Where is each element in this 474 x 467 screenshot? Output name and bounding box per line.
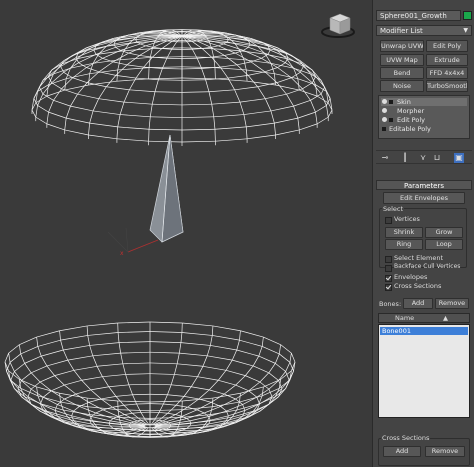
expand-icon[interactable] <box>389 118 393 122</box>
stack-toolbar: ⊸ ┃ ⋎ ⊔ ▣ <box>376 150 472 164</box>
name-column-header: Name <box>395 314 415 322</box>
add-cross-section-button[interactable]: Add <box>383 446 421 457</box>
modifier-list-dropdown[interactable]: Modifier List ▼ <box>376 25 472 36</box>
bulb-icon[interactable] <box>382 108 387 113</box>
bones-list-header[interactable]: Name ▲ <box>378 313 470 323</box>
ring-button[interactable]: Ring <box>385 239 423 250</box>
grow-button[interactable]: Grow <box>425 227 463 238</box>
viewport[interactable]: x <box>0 0 372 467</box>
parameters-rollout-header[interactable]: Parameters <box>376 180 472 190</box>
select-element-label: Select Element <box>394 254 444 262</box>
modifier-list-label: Modifier List <box>380 27 423 35</box>
envelopes-checkbox[interactable] <box>385 275 392 282</box>
bones-label: Bones: <box>379 300 402 308</box>
shrink-button[interactable]: Shrink <box>385 227 423 238</box>
pin-stack-icon[interactable]: ⊸ <box>380 153 390 163</box>
object-color-swatch[interactable] <box>463 11 472 20</box>
extrude-button[interactable]: Extrude <box>426 54 468 66</box>
cross-sections-checkbox[interactable] <box>385 284 392 291</box>
stack-item-label: Skin <box>397 98 411 106</box>
viewport-scene[interactable]: x <box>0 0 372 467</box>
envelopes-label: Envelopes <box>394 273 428 281</box>
remove-bone-button[interactable]: Remove <box>435 298 469 309</box>
select-element-checkbox[interactable] <box>385 256 392 263</box>
noise-button[interactable]: Noise <box>380 80 424 92</box>
cross-sections-label: Cross Sections <box>394 282 442 290</box>
expand-icon[interactable] <box>382 127 386 131</box>
vertices-label: Vertices <box>394 215 420 223</box>
sort-up-icon[interactable]: ▲ <box>443 314 448 322</box>
loop-button[interactable]: Loop <box>425 239 463 250</box>
bulb-icon[interactable] <box>382 99 387 104</box>
select-group-label: Select <box>382 205 405 213</box>
expand-icon[interactable] <box>389 100 393 104</box>
configure-sets-icon[interactable]: ▣ <box>454 153 464 163</box>
mushroom-cap-mesh <box>31 29 333 146</box>
object-name-field[interactable]: Sphere001_Growth <box>376 10 461 21</box>
backface-cull-label: Backface Cull Vertices <box>394 263 461 270</box>
add-bone-button[interactable]: Add <box>403 298 433 309</box>
chevron-down-icon: ▼ <box>463 27 468 34</box>
bone-list-item[interactable]: Bone001 <box>380 327 468 335</box>
bend-button[interactable]: Bend <box>380 67 424 79</box>
unwrap-uvw-button[interactable]: Unwrap UVW <box>380 40 424 52</box>
edit-poly-button[interactable]: Edit Poly <box>426 40 468 52</box>
modifier-stack[interactable]: Skin Morpher Edit Poly Editable Poly <box>378 95 470 139</box>
stack-item-label: Morpher <box>397 107 425 115</box>
remove-modifier-icon[interactable]: ⊔ <box>432 153 442 163</box>
bowl-mesh <box>4 321 296 438</box>
stack-item-label: Edit Poly <box>397 116 425 124</box>
command-panel: Sphere001_Growth Modifier List ▼ Unwrap … <box>372 0 474 467</box>
turbosmooth-button[interactable]: TurboSmooth <box>426 80 468 92</box>
remove-cross-section-button[interactable]: Remove <box>425 446 465 457</box>
stack-item-edit-poly[interactable]: Edit Poly <box>381 116 467 124</box>
viewcube-icon[interactable] <box>321 13 355 38</box>
svg-text:x: x <box>120 250 124 257</box>
bulb-icon[interactable] <box>382 117 387 122</box>
stack-item-morpher[interactable]: Morpher <box>381 107 467 115</box>
gizmo-axes: x <box>107 227 159 257</box>
cross-sections-group-label: Cross Sections <box>381 434 431 442</box>
bones-list[interactable]: Bone001 <box>378 324 470 418</box>
backface-cull-checkbox[interactable] <box>385 265 392 272</box>
edit-envelopes-button[interactable]: Edit Envelopes <box>383 192 465 204</box>
make-unique-icon[interactable]: ⋎ <box>418 153 428 163</box>
vertices-checkbox[interactable] <box>385 217 392 224</box>
ffd-4x4x4-button[interactable]: FFD 4x4x4 <box>426 67 468 79</box>
show-end-result-icon[interactable]: ┃ <box>400 153 410 163</box>
stack-item-skin[interactable]: Skin <box>381 98 467 106</box>
uvw-map-button[interactable]: UVW Map <box>380 54 424 66</box>
stack-item-label: Editable Poly <box>389 125 431 133</box>
stem-bone <box>149 134 184 243</box>
stack-item-editable-poly[interactable]: Editable Poly <box>381 125 467 133</box>
